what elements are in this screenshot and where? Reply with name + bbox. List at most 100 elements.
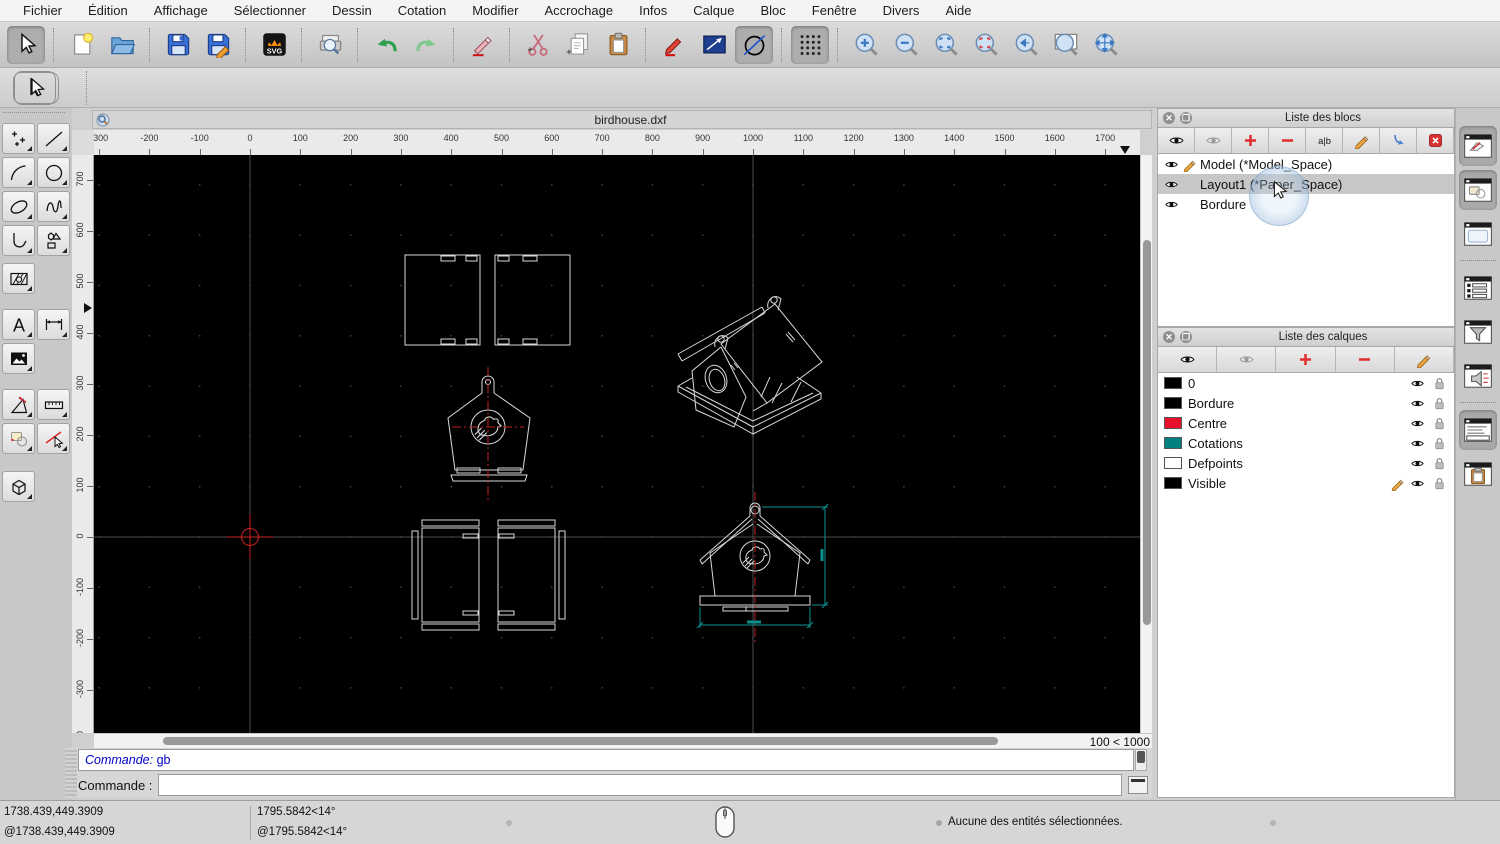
spline-tool-button[interactable] (37, 191, 70, 222)
menu-accrochage[interactable]: Accrochage (531, 0, 626, 22)
layer-row[interactable]: Bordure (1158, 393, 1454, 413)
canvas-vertical-scrollbar[interactable] (1140, 155, 1152, 733)
zoom-out-button[interactable] (887, 26, 925, 64)
layer-color-swatch[interactable] (1164, 377, 1182, 389)
layer-visibility-toggle[interactable] (1410, 416, 1432, 431)
command-history-scrollbar[interactable] (1135, 749, 1147, 771)
layers-pencil-button[interactable] (1394, 347, 1455, 372)
menu-aide[interactable]: Aide (932, 0, 984, 22)
cmd-scroll-thumb[interactable] (1137, 751, 1145, 763)
circle-line-button[interactable] (735, 25, 773, 64)
blocks-panel-titlebar[interactable]: ✕ ❐ Liste des blocs (1158, 109, 1454, 128)
command-detach-button[interactable] (1128, 776, 1148, 794)
blocks-plus-button[interactable] (1232, 128, 1269, 153)
window-clipboard-dock-toggle[interactable] (1459, 454, 1497, 494)
menu-modifier[interactable]: Modifier (459, 0, 531, 22)
menu-selectionner[interactable]: Sélectionner (221, 0, 319, 22)
block-tool-button[interactable] (2, 423, 35, 454)
hatch-tool-button[interactable] (2, 263, 35, 294)
layer-color-swatch[interactable] (1164, 437, 1182, 449)
layer-lock-toggle[interactable] (1432, 376, 1454, 391)
drawing-canvas[interactable] (94, 155, 1140, 733)
block-row[interactable]: Model (*Model_Space) (1158, 154, 1454, 174)
new-file-button[interactable] (63, 26, 101, 64)
layer-row[interactable]: 0 (1158, 373, 1454, 393)
layers-plus-button[interactable] (1276, 347, 1336, 372)
hscroll-thumb[interactable] (163, 737, 998, 745)
menu-infos[interactable]: Infos (626, 0, 680, 22)
layer-visibility-toggle[interactable] (1410, 396, 1432, 411)
open-folder-button[interactable] (103, 26, 141, 64)
paste-button[interactable] (599, 26, 637, 64)
layer-visibility-toggle[interactable] (1410, 476, 1432, 491)
blocks-eye-button[interactable] (1158, 128, 1195, 153)
window-command-dock-toggle[interactable] (1459, 410, 1497, 450)
svg-export-button[interactable]: SVG (255, 26, 293, 64)
zoom-auto-button[interactable] (927, 26, 965, 64)
block-visibility-toggle[interactable] (1164, 197, 1182, 212)
save-as-button[interactable] (199, 26, 237, 64)
menu-cotation[interactable]: Cotation (385, 0, 459, 22)
window-list-dock-toggle[interactable] (1459, 268, 1497, 308)
polyline-tool-button[interactable] (2, 225, 35, 256)
dock-drag-handle[interactable] (65, 748, 77, 798)
save-button[interactable] (159, 26, 197, 64)
window-draw-dock-toggle[interactable] (1459, 126, 1497, 166)
points-tool-button[interactable] (2, 123, 35, 154)
dimension-tool-button[interactable] (37, 309, 70, 340)
layer-visibility-toggle[interactable] (1410, 376, 1432, 391)
cut-button[interactable] (519, 26, 557, 64)
menu-fichier[interactable]: Fichier (10, 0, 75, 22)
text-tool-button[interactable]: A (2, 309, 35, 340)
measure-tool-button[interactable] (2, 389, 35, 420)
box3d-tool-button[interactable] (2, 471, 35, 502)
layer-lock-toggle[interactable] (1432, 396, 1454, 411)
layer-row[interactable]: Defpoints (1158, 453, 1454, 473)
circle-tool-button[interactable] (37, 157, 70, 188)
layers-eye-muted-button[interactable] (1217, 347, 1277, 372)
command-input[interactable] (158, 774, 1122, 796)
vscroll-thumb[interactable] (1143, 240, 1151, 625)
close-icon[interactable]: ✕ (1163, 112, 1175, 124)
zoom-in-button[interactable] (847, 26, 885, 64)
blocks-eye-muted-button[interactable] (1195, 128, 1232, 153)
image-tool-button[interactable] (2, 343, 35, 374)
window-block-dock-toggle[interactable] (1459, 170, 1497, 210)
grid-button[interactable] (791, 25, 829, 64)
line-arrow-button[interactable] (695, 26, 733, 64)
block-visibility-toggle[interactable] (1164, 157, 1182, 172)
pen-attributes-button[interactable] (655, 26, 693, 64)
menu-divers[interactable]: Divers (870, 0, 933, 22)
layer-lock-toggle[interactable] (1432, 456, 1454, 471)
layer-row[interactable]: Visible (1158, 473, 1454, 493)
eraser-button[interactable] (463, 26, 501, 64)
pan-button[interactable] (1087, 26, 1125, 64)
layer-color-swatch[interactable] (1164, 477, 1182, 489)
menu-fenetre[interactable]: Fenêtre (799, 0, 870, 22)
close-icon[interactable]: ✕ (1163, 331, 1175, 343)
layers-minus-button[interactable] (1335, 347, 1395, 372)
window-filter-dock-toggle[interactable] (1459, 312, 1497, 352)
layer-color-swatch[interactable] (1164, 457, 1182, 469)
blocks-minus-button[interactable] (1269, 128, 1306, 153)
layer-visibility-toggle[interactable] (1410, 456, 1432, 471)
arc-tool-button[interactable] (2, 157, 35, 188)
modify-tool-button[interactable] (37, 423, 70, 454)
blocks-rename-button[interactable]: a|b (1306, 128, 1343, 153)
layer-lock-toggle[interactable] (1432, 436, 1454, 451)
menu-affichage[interactable]: Affichage (141, 0, 221, 22)
float-icon[interactable]: ❐ (1180, 331, 1192, 343)
blocks-insert-button[interactable] (1380, 128, 1417, 153)
window-horn-dock-toggle[interactable] (1459, 356, 1497, 396)
menu-calque[interactable]: Calque (680, 0, 747, 22)
ruler-tool-tool-button[interactable] (37, 389, 70, 420)
line-tool-button[interactable] (37, 123, 70, 154)
menu-bloc[interactable]: Bloc (747, 0, 798, 22)
zoom-prev-button[interactable] (1007, 26, 1045, 64)
block-row[interactable]: Bordure (1158, 194, 1454, 214)
block-visibility-toggle[interactable] (1164, 177, 1182, 192)
polygon-tool-button[interactable] (37, 225, 70, 256)
layers-panel-titlebar[interactable]: ✕ ❐ Liste des calques (1158, 328, 1454, 347)
float-icon[interactable]: ❐ (1180, 112, 1192, 124)
blocks-pencil-button[interactable] (1343, 128, 1380, 153)
